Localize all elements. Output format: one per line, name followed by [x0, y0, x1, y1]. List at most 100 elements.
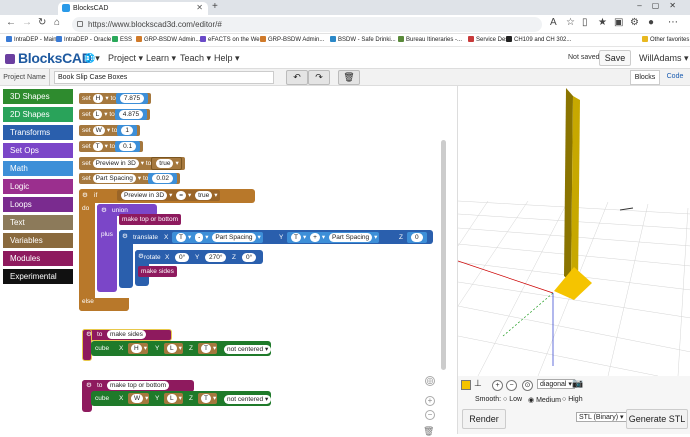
- forward-icon[interactable]: →: [22, 17, 32, 28]
- category-logic[interactable]: Logic: [3, 179, 73, 195]
- category-modules[interactable]: Modules: [3, 251, 73, 267]
- zoom-in-icon[interactable]: +: [492, 380, 503, 391]
- read-aloud-icon[interactable]: A: [550, 17, 557, 28]
- centered-dropdown[interactable]: not centered ▾: [224, 395, 272, 404]
- camera-view-select[interactable]: diagonal ▾: [537, 379, 575, 389]
- bookmark-item[interactable]: GRP-BSDW Admin...: [260, 34, 324, 47]
- smooth-high[interactable]: ○ High: [562, 396, 583, 403]
- favorite-icon[interactable]: ☆: [566, 17, 575, 28]
- bookmark-item[interactable]: CH109 and CH 302...: [506, 34, 571, 47]
- browser-tab[interactable]: BlocksCAD ✕: [58, 2, 208, 15]
- split-screen-icon[interactable]: ▯: [582, 17, 588, 28]
- address-bar[interactable]: https://www.blockscad3d.com/editor/#: [72, 17, 542, 32]
- rotate-y-value[interactable]: 270°: [205, 253, 227, 262]
- var-l[interactable]: L ▾: [164, 393, 183, 404]
- menu-help[interactable]: Help ▾: [214, 53, 240, 64]
- close-tab-icon[interactable]: ✕: [196, 2, 203, 13]
- menu-learn[interactable]: Learn ▾: [146, 53, 176, 64]
- rotate-z-value[interactable]: 0°: [242, 253, 257, 262]
- math-minus-block[interactable]: T ▾ - ▾ Part Spacing ▾: [172, 232, 263, 243]
- menu-teach[interactable]: Teach ▾: [180, 53, 211, 64]
- set-variable-block[interactable]: set Part Spacing ▾ to 0.02: [79, 173, 181, 184]
- gear-icon[interactable]: ⚙: [86, 329, 92, 340]
- home-icon[interactable]: ⌂: [54, 17, 60, 28]
- new-tab-icon[interactable]: +: [212, 1, 218, 12]
- category-variables[interactable]: Variables: [3, 233, 73, 249]
- camera-snapshot-icon[interactable]: 📷: [572, 378, 583, 389]
- delete-button[interactable]: 🗑: [338, 70, 360, 85]
- var-l[interactable]: L ▾: [164, 343, 183, 354]
- blocks-workspace[interactable]: set H ▾ to 7.875 set L ▾ to 4.875 set W ▾ to 1 se…: [77, 86, 449, 437]
- language-globe-icon[interactable]: 🌐▾: [84, 53, 100, 64]
- bookmark-item[interactable]: Bureau Itineraries -...: [398, 34, 462, 47]
- set-variable-block[interactable]: set W ▾ to 1: [79, 125, 140, 136]
- zoom-out-icon[interactable]: −: [425, 410, 435, 420]
- recenter-icon[interactable]: ◎: [425, 376, 435, 386]
- reset-view-icon[interactable]: ⊙: [522, 380, 533, 391]
- centered-dropdown[interactable]: not centered ▾: [224, 345, 272, 354]
- zoom-in-icon[interactable]: +: [425, 396, 435, 406]
- set-variable-block[interactable]: set L ▾ to 4.875: [79, 109, 151, 120]
- call-make-sides[interactable]: make sides: [138, 266, 177, 277]
- var-h[interactable]: H ▾: [128, 343, 148, 354]
- axes-toggle-icon[interactable]: ⊥: [474, 378, 482, 389]
- bookmark-item[interactable]: GRP-BSDW Admin...: [136, 34, 200, 47]
- smooth-low[interactable]: ○ Low: [503, 396, 522, 403]
- gear-icon[interactable]: ⚙: [82, 190, 88, 201]
- bookmark-item[interactable]: ESS: [112, 34, 132, 47]
- gear-icon[interactable]: ⚙: [86, 380, 92, 391]
- translate-z-value[interactable]: 0: [407, 232, 427, 243]
- project-name-input[interactable]: Book Slip Case Boxes: [54, 71, 274, 84]
- bookmark-item[interactable]: eFACTS on the Web: [200, 34, 263, 47]
- tab-code[interactable]: Code: [662, 70, 688, 85]
- set-variable-block[interactable]: set H ▾ to 7.875: [79, 93, 152, 104]
- reload-icon[interactable]: ↻: [38, 17, 46, 28]
- category-transforms[interactable]: Transforms: [3, 125, 73, 141]
- module-name-field[interactable]: make top or bottom: [107, 381, 169, 390]
- render-button[interactable]: Render: [462, 409, 506, 429]
- favorites-icon[interactable]: ★: [598, 17, 607, 28]
- save-button[interactable]: Save: [599, 50, 631, 66]
- trash-icon[interactable]: 🗑: [423, 426, 434, 437]
- module-name-field[interactable]: make sides: [107, 330, 146, 339]
- window-controls[interactable]: –▢✕: [637, 1, 686, 10]
- bookmark-item[interactable]: IntraDEP - Main: [6, 34, 57, 47]
- category-text[interactable]: Text: [3, 215, 73, 231]
- var-w[interactable]: W ▾: [128, 393, 150, 404]
- extensions-icon[interactable]: ⚙: [630, 17, 639, 28]
- 3d-viewer[interactable]: [457, 86, 690, 377]
- gear-icon[interactable]: ⚙: [138, 251, 144, 262]
- category-math[interactable]: Math: [3, 161, 73, 177]
- back-icon[interactable]: ←: [6, 17, 16, 28]
- bookmark-item[interactable]: Service Desk: [468, 34, 511, 47]
- rotate-x-value[interactable]: 0°: [175, 253, 190, 262]
- bookmark-item[interactable]: IntraDEP - Oracle: [56, 34, 111, 47]
- other-favorites[interactable]: Other favorites: [642, 34, 689, 47]
- generate-stl-button[interactable]: Generate STL: [626, 409, 688, 429]
- math-plus-block[interactable]: T ▾ + ▾ Part Spacing ▾: [287, 232, 380, 243]
- redo-button[interactable]: ↷: [308, 70, 330, 85]
- bookmark-item[interactable]: BSDW - Safe Drinki...: [330, 34, 396, 47]
- export-format-select[interactable]: STL (Binary) ▾: [576, 412, 627, 422]
- set-variable-block[interactable]: set T ▾ to 0.1: [79, 141, 144, 152]
- category-loops[interactable]: Loops: [3, 197, 73, 213]
- profile-icon[interactable]: ●: [648, 17, 654, 28]
- compare-block[interactable]: Preview in 3D ▾ = ▾ true ▾: [117, 190, 220, 201]
- menu-project[interactable]: Project ▾: [108, 53, 143, 64]
- set-variable-block[interactable]: set Preview in 3D ▾ to true ▾: [79, 157, 185, 170]
- gear-icon[interactable]: ⚙: [101, 205, 107, 216]
- color-swatch[interactable]: [461, 380, 471, 390]
- user-menu[interactable]: WillAdams ▾: [639, 53, 689, 64]
- category-set-ops[interactable]: Set Ops: [3, 143, 73, 159]
- category-3d-shapes[interactable]: 3D Shapes: [3, 89, 73, 105]
- gear-icon[interactable]: ⚙: [122, 231, 128, 242]
- call-make-top-or-bottom[interactable]: make top or bottom: [119, 214, 181, 225]
- collections-icon[interactable]: ▣: [614, 17, 623, 28]
- tab-blocks[interactable]: Blocks: [630, 70, 660, 85]
- undo-button[interactable]: ↶: [286, 70, 308, 85]
- category-experimental[interactable]: Experimental: [3, 269, 73, 285]
- smooth-medium[interactable]: ◉ Medium: [528, 396, 561, 404]
- workspace-scrollbar[interactable]: [441, 140, 446, 370]
- more-menu-icon[interactable]: ⋯: [668, 17, 678, 28]
- var-t[interactable]: T ▾: [198, 343, 218, 354]
